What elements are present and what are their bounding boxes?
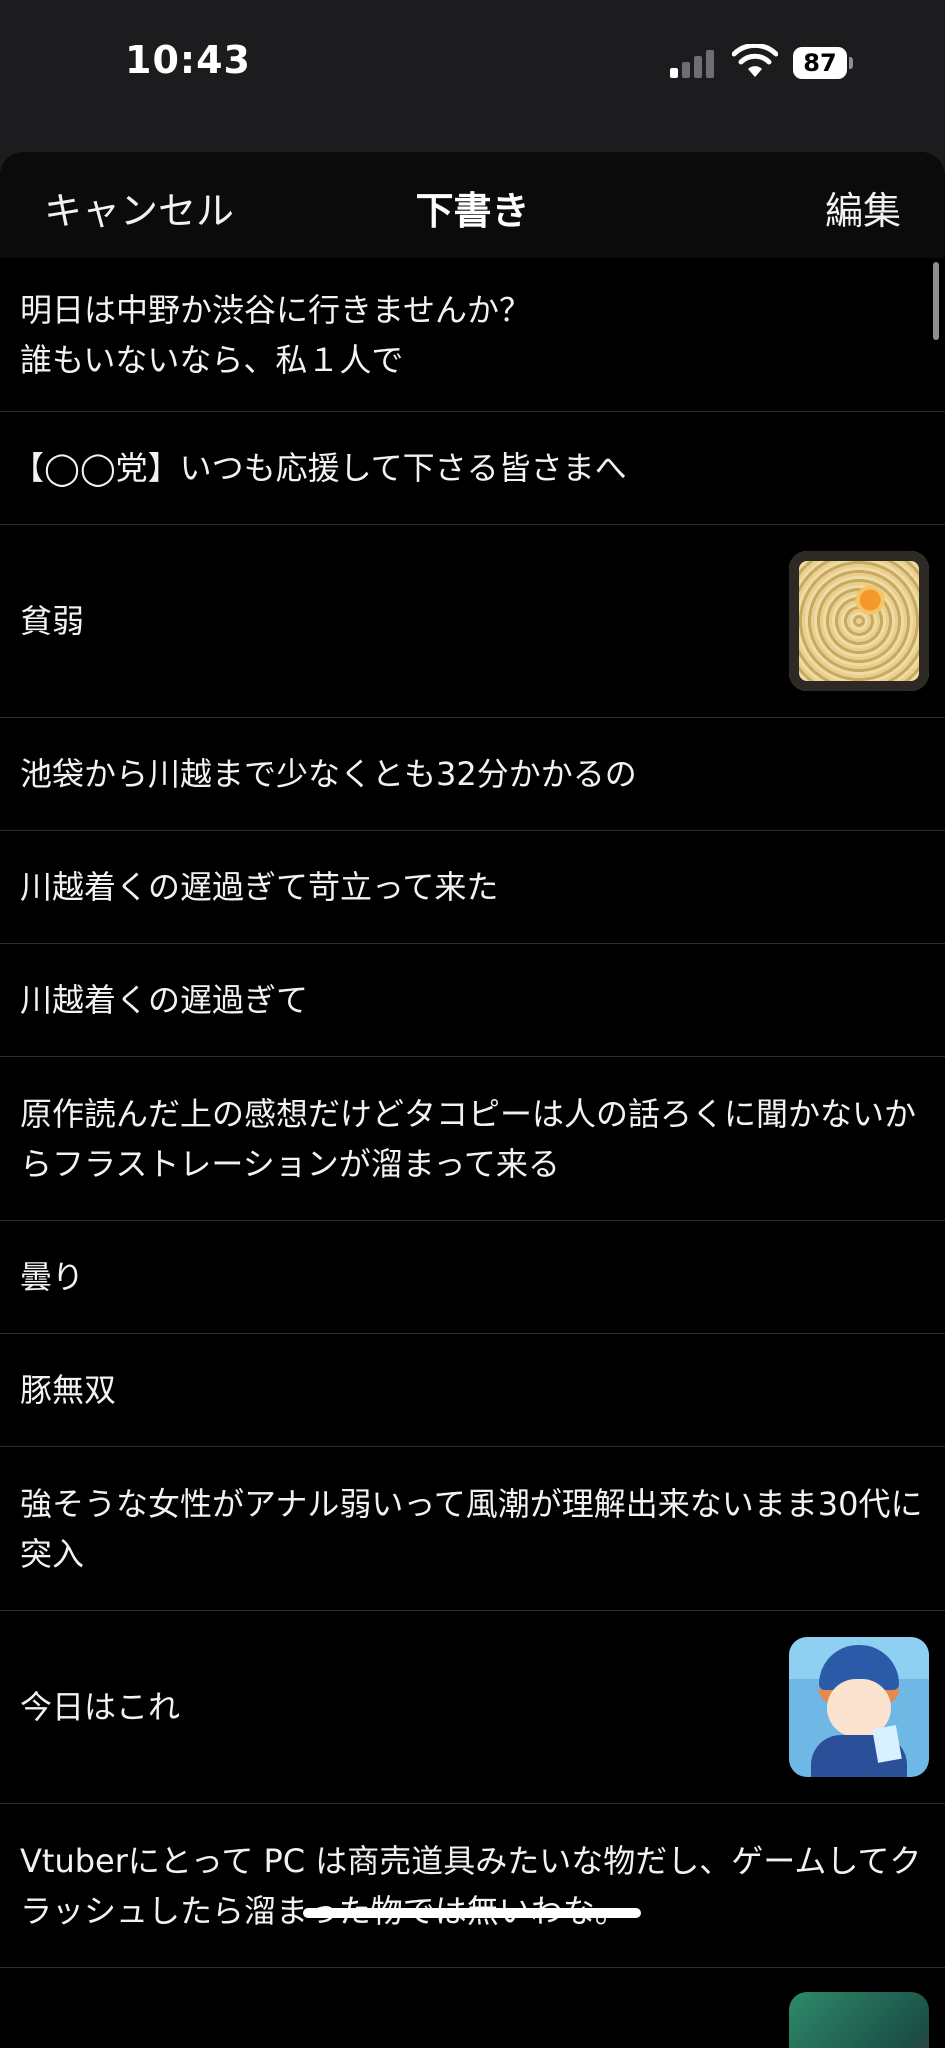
draft-row[interactable]: 川越着くの遅過ぎて: [0, 944, 945, 1057]
draft-text: 曇り: [20, 1258, 85, 1296]
draft-text: 川越着くの遅過ぎて: [20, 981, 309, 1019]
nav-bar: キャンセル 下書き 編集: [0, 152, 945, 258]
draft-row[interactable]: [0, 1968, 945, 2048]
draft-text: 川越着くの遅過ぎて苛立って来た: [20, 868, 499, 906]
status-time: 10:43: [125, 38, 251, 82]
draft-row[interactable]: 明日は中野か渋谷に行きませんか？ 誰もいないなら、私１人で: [0, 258, 945, 412]
draft-thumbnail-image: [789, 1992, 929, 2048]
draft-row[interactable]: 川越着くの遅過ぎて苛立って来た: [0, 831, 945, 944]
draft-text: 【◯◯党】いつも応援して下さる皆さまへ: [12, 449, 627, 487]
status-bar: 10:43 87: [0, 0, 945, 140]
drafts-sheet: キャンセル 下書き 編集 明日は中野か渋谷に行きませんか？ 誰もいないなら、私１…: [0, 152, 945, 2048]
draft-text: 原作読んだ上の感想だけどタコピーは人の話ろくに聞かないからフラストレーションが溜…: [20, 1094, 917, 1183]
draft-text: 貧弱: [20, 602, 85, 640]
draft-text: 今日はこれ: [20, 1688, 181, 1726]
draft-thumbnail-image: [789, 1637, 929, 1777]
wifi-icon: [732, 44, 778, 77]
home-indicator[interactable]: [303, 1908, 641, 1918]
edit-button[interactable]: 編集: [825, 180, 901, 235]
draft-row[interactable]: 原作読んだ上の感想だけどタコピーは人の話ろくに聞かないからフラストレーションが溜…: [0, 1057, 945, 1221]
draft-text: 明日は中野か渋谷に行きませんか？ 誰もいないなら、私１人で: [20, 290, 532, 379]
draft-text: Vtuberにとって PC は商売道具みたいな物だし、ゲームしてクラッシュしたら…: [20, 1841, 922, 1930]
draft-row[interactable]: 豚無双: [0, 1334, 945, 1447]
draft-text: 豚無双: [20, 1371, 117, 1409]
draft-row[interactable]: 強そうな女性がアナル弱いって風潮が理解出来ないまま30代に突入: [0, 1447, 945, 1611]
drafts-list: 明日は中野か渋谷に行きませんか？ 誰もいないなら、私１人で 【◯◯党】いつも応援…: [0, 258, 945, 2048]
draft-thumbnail-image: [789, 551, 929, 691]
battery-icon: 87: [793, 47, 853, 79]
draft-row[interactable]: 曇り: [0, 1221, 945, 1334]
draft-row[interactable]: 【◯◯党】いつも応援して下さる皆さまへ: [0, 412, 945, 525]
draft-text: 池袋から川越まで少なくとも32分かかるの: [20, 755, 637, 793]
draft-row[interactable]: 貧弱: [0, 525, 945, 718]
cellular-signal-icon: [670, 48, 720, 78]
battery-level: 87: [793, 47, 847, 79]
draft-row[interactable]: 今日はこれ: [0, 1611, 945, 1804]
scrollbar[interactable]: [933, 262, 939, 340]
draft-row[interactable]: 池袋から川越まで少なくとも32分かかるの: [0, 718, 945, 831]
draft-text: 強そうな女性がアナル弱いって風潮が理解出来ないまま30代に突入: [20, 1484, 923, 1573]
draft-row[interactable]: Vtuberにとって PC は商売道具みたいな物だし、ゲームしてクラッシュしたら…: [0, 1804, 945, 1968]
cancel-button[interactable]: キャンセル: [44, 180, 234, 235]
